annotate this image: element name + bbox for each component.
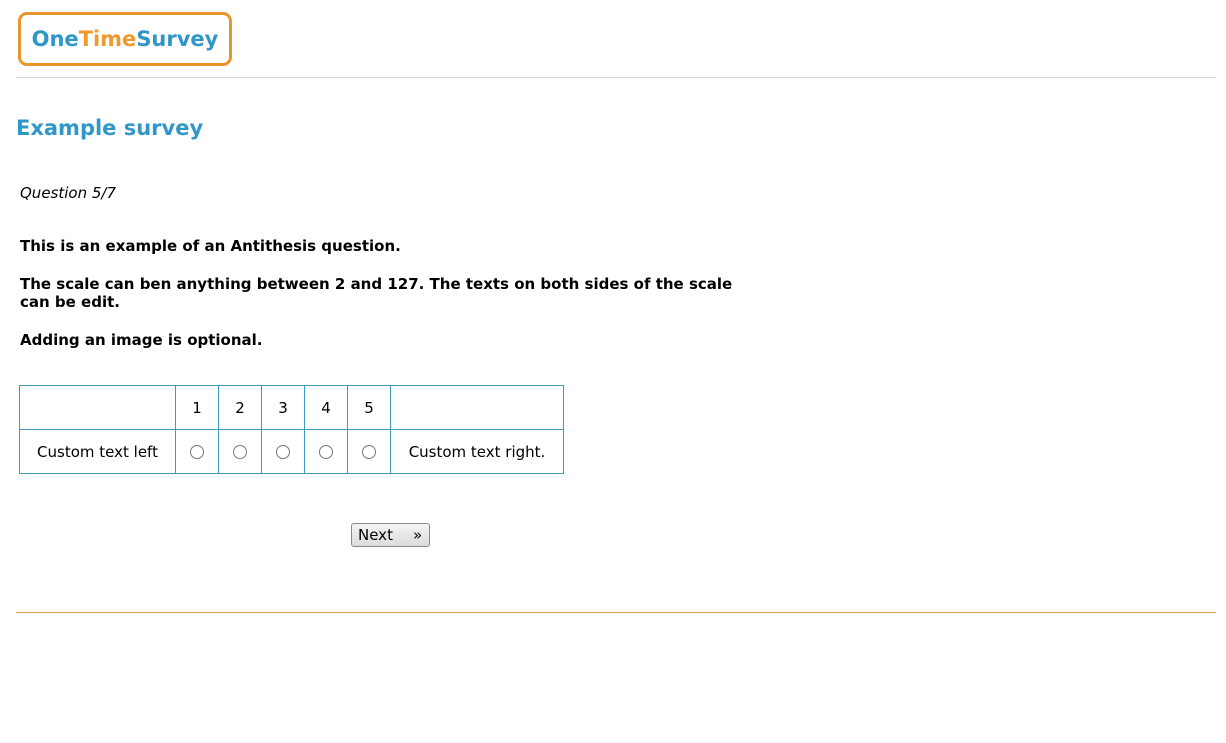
next-arrow-icon: »	[412, 526, 423, 544]
scale-header-empty-right	[390, 385, 564, 430]
scale-radio-3[interactable]	[276, 445, 290, 459]
logo-text-survey: Survey	[136, 27, 219, 51]
scale-right-label: Custom text right.	[390, 429, 564, 474]
question-text: This is an example of an Antithesis ques…	[20, 237, 740, 369]
question-line-2: The scale can ben anything between 2 and…	[20, 275, 733, 311]
scale-answer-row: Custom text left Custom text right.	[19, 429, 564, 474]
footer-divider	[16, 612, 1216, 613]
survey-title: Example survey	[16, 116, 204, 140]
logo-text-time: Time	[78, 27, 137, 51]
scale-radio-1[interactable]	[190, 445, 204, 459]
survey-page: OneTimeSurvey Example survey Question 5/…	[0, 0, 1226, 743]
scale-radio-cell-5[interactable]	[347, 429, 391, 474]
logo-text: OneTimeSurvey	[32, 27, 219, 51]
scale-header-row: 1 2 3 4 5	[19, 385, 564, 430]
scale-number-2: 2	[218, 385, 262, 430]
scale-number-5: 5	[347, 385, 391, 430]
scale-left-label: Custom text left	[19, 429, 176, 474]
logo-text-one: One	[31, 27, 79, 51]
scale-radio-cell-1[interactable]	[175, 429, 219, 474]
scale-header-empty-left	[19, 385, 176, 430]
next-button[interactable]: Next »	[351, 523, 430, 547]
question-line-3: Adding an image is optional.	[20, 331, 263, 349]
scale-radio-cell-4[interactable]	[304, 429, 348, 474]
next-button-label: Next	[358, 526, 393, 544]
scale-number-4: 4	[304, 385, 348, 430]
scale-radio-cell-3[interactable]	[261, 429, 305, 474]
scale-radio-cell-2[interactable]	[218, 429, 262, 474]
header-divider	[16, 77, 1216, 78]
question-counter: Question 5/7	[20, 184, 116, 202]
scale-radio-5[interactable]	[362, 445, 376, 459]
scale-radio-2[interactable]	[233, 445, 247, 459]
scale-number-3: 3	[261, 385, 305, 430]
antithesis-scale-table: 1 2 3 4 5 Custom text left Custom text r…	[19, 385, 564, 474]
question-line-1: This is an example of an Antithesis ques…	[20, 237, 401, 255]
scale-radio-4[interactable]	[319, 445, 333, 459]
scale-number-1: 1	[175, 385, 219, 430]
onetimesurvey-logo[interactable]: OneTimeSurvey	[18, 12, 232, 66]
